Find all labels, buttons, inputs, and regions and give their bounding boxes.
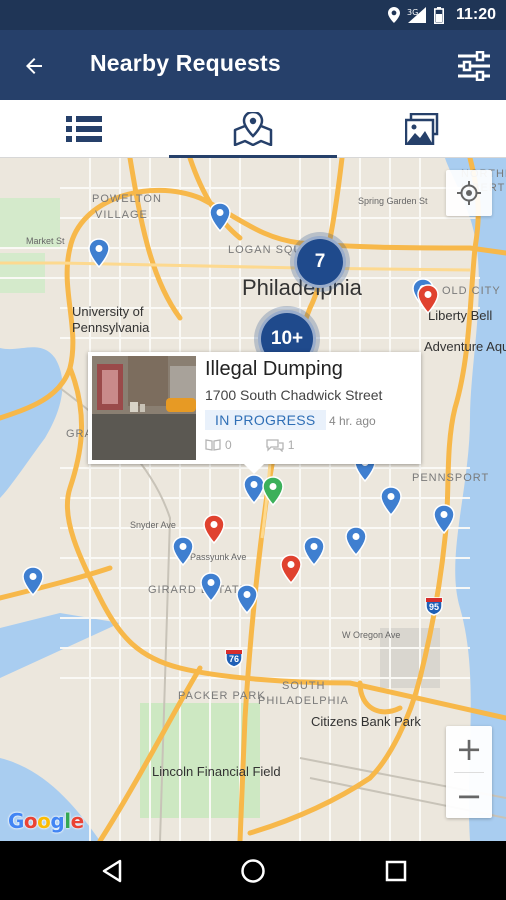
book-icon — [205, 439, 221, 451]
tab-list[interactable] — [0, 100, 168, 158]
red-request-pin[interactable] — [280, 554, 302, 584]
nav-recents-button[interactable] — [380, 855, 412, 887]
blue-request-pin[interactable] — [200, 572, 222, 602]
map-label: Adventure Aqu — [424, 339, 506, 354]
signal-icon: 3G — [406, 7, 428, 23]
back-button[interactable] — [18, 50, 50, 82]
request-info-card[interactable]: Illegal Dumping 1700 South Chadwick Stre… — [88, 352, 421, 474]
tab-gallery[interactable] — [338, 100, 506, 158]
status-badge: IN PROGRESS — [205, 410, 326, 430]
street-label: Passyunk Ave — [190, 552, 247, 562]
blue-request-pin[interactable] — [380, 486, 402, 516]
status-bar: 3G 11:20 — [0, 0, 506, 30]
map-label: Citizens Bank Park — [311, 714, 421, 729]
blue-request-pin[interactable] — [209, 202, 231, 232]
request-address: 1700 South Chadwick Street — [205, 387, 383, 403]
blue-request-pin[interactable] — [433, 504, 455, 534]
page-title: Nearby Requests — [90, 50, 281, 76]
map-label: Pennsylvania — [72, 320, 150, 335]
map-label: University of — [72, 304, 144, 319]
green-request-pin[interactable] — [262, 476, 284, 506]
blue-request-pin[interactable] — [303, 536, 325, 566]
circle-home-icon — [241, 859, 265, 883]
sliders-icon — [458, 51, 490, 81]
comment-count: 1 — [287, 438, 295, 452]
street-label: Market St — [26, 236, 65, 246]
map-label: PACKER PARK — [178, 690, 266, 702]
map-view[interactable]: POWELTON VILLAGE LOGAN SQUARE Philadelph… — [0, 158, 506, 841]
map-label: VILLAGE — [95, 209, 148, 221]
request-cluster[interactable]: 7 — [294, 236, 346, 288]
map-label: GIRARD ESTATE — [148, 584, 248, 596]
google-logo: Google — [8, 809, 84, 833]
square-recents-icon — [385, 860, 407, 882]
interstate-76-shield: 76 — [224, 648, 244, 668]
route-number: 76 — [228, 654, 239, 664]
comment-icon — [266, 438, 284, 452]
nav-home-button[interactable] — [237, 855, 269, 887]
map-label: PENNSPORT — [412, 472, 490, 484]
route-number: 95 — [428, 602, 439, 612]
filter-button[interactable] — [456, 48, 492, 84]
zoom-out-button[interactable]: − — [446, 773, 492, 819]
request-meta: 0 1 — [205, 438, 294, 452]
arrow-back-icon — [26, 58, 42, 74]
map-label: SOUTH — [282, 680, 326, 692]
nav-back-button[interactable] — [96, 855, 128, 887]
zoom-controls: + − — [446, 726, 492, 818]
crosshair-icon — [457, 181, 481, 205]
system-nav-bar — [0, 841, 506, 900]
triangle-back-icon — [102, 859, 122, 883]
clock: 11:20 — [455, 6, 496, 23]
street-label: W Oregon Ave — [342, 630, 401, 640]
list-icon — [66, 116, 102, 142]
battery-icon — [433, 6, 444, 24]
map-label: PHILADELPHIA — [258, 695, 349, 707]
map-label: POWELTON — [92, 193, 162, 205]
svg-text:3G: 3G — [407, 8, 418, 17]
request-photo — [92, 356, 196, 460]
gallery-icon — [405, 113, 439, 145]
street-label: Snyder Ave — [130, 520, 176, 530]
blue-request-pin[interactable] — [172, 536, 194, 566]
blue-request-pin[interactable] — [88, 238, 110, 268]
view-tabs — [0, 100, 506, 158]
red-request-pin[interactable] — [203, 514, 225, 544]
map-pin-icon — [233, 112, 273, 146]
my-location-button[interactable] — [446, 170, 492, 216]
tab-map[interactable] — [169, 100, 337, 158]
request-time: 4 hr. ago — [329, 414, 376, 428]
blue-request-pin[interactable] — [236, 584, 258, 614]
blue-request-pin[interactable] — [22, 566, 44, 596]
red-request-pin[interactable] — [417, 284, 439, 314]
zoom-in-button[interactable]: + — [446, 726, 492, 772]
request-title: Illegal Dumping — [205, 358, 343, 380]
street-label: Spring Garden St — [358, 196, 428, 206]
location-icon — [387, 7, 400, 23]
map-label: OLD CITY — [442, 285, 501, 297]
follow-count: 0 — [225, 438, 232, 452]
interstate-95-shield: 95 — [424, 596, 444, 616]
map-label: Lincoln Financial Field — [152, 764, 281, 779]
blue-request-pin[interactable] — [345, 526, 367, 556]
app-bar: Nearby Requests — [0, 30, 506, 100]
